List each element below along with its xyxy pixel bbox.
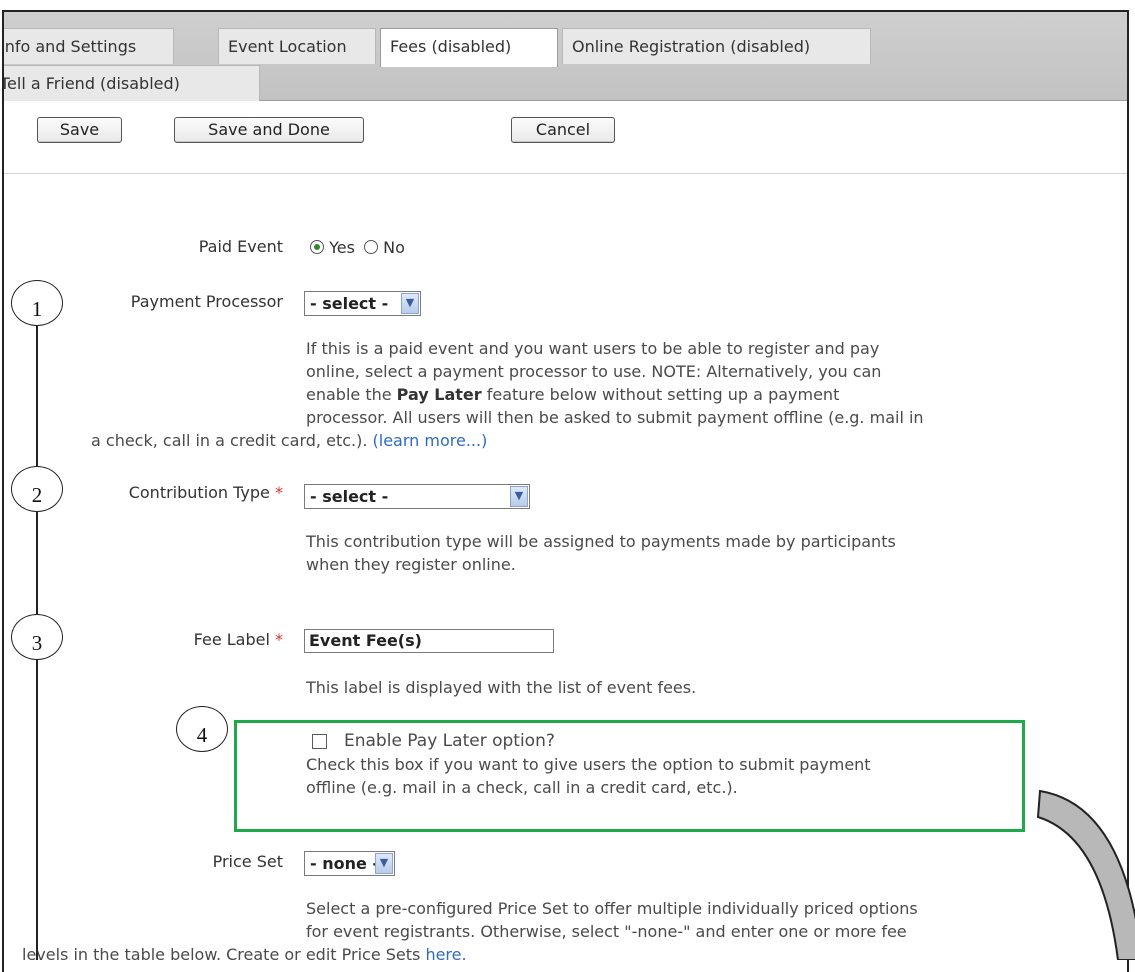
fee-label-label: Fee Label *: [193, 630, 283, 649]
chevron-down-icon: ▼: [510, 486, 528, 507]
payment-processor-help: If this is a paid event and you want use…: [306, 337, 1086, 429]
chevron-down-icon: ▼: [401, 293, 419, 314]
tab-tell-a-friend[interactable]: Tell a Friend (disabled): [4, 65, 260, 101]
form-toolbar: Save Save and Done Cancel: [4, 101, 1127, 174]
payment-processor-help-line: processor. All users will then be asked …: [306, 408, 924, 427]
callout-2: 2: [11, 466, 63, 512]
payment-processor-value: - select -: [310, 294, 389, 313]
callout-3: 3: [11, 614, 63, 660]
price-set-value: - none -: [310, 854, 380, 873]
required-marker: *: [275, 483, 283, 502]
payment-processor-help-last-line: a check, call in a credit card, etc.). (…: [91, 431, 488, 450]
price-set-help: Select a pre-configured Price Set to off…: [306, 899, 918, 941]
contribution-type-label: Contribution Type *: [128, 483, 283, 502]
tab-info-and-settings[interactable]: Info and Settings: [4, 28, 174, 64]
paid-event-radio-group: Yes No: [310, 238, 405, 257]
pay-later-help: Check this box if you want to give users…: [306, 755, 871, 797]
curved-arrow-icon: [1036, 789, 1135, 960]
payment-processor-select[interactable]: - select - ▼: [304, 291, 421, 316]
app-window: Info and Settings Event Location Fees (d…: [2, 10, 1129, 972]
pay-later-emphasis: Pay Later: [396, 385, 482, 404]
learn-more-link[interactable]: (learn more...): [373, 431, 488, 450]
tab-online-registration[interactable]: Online Registration (disabled): [562, 28, 871, 64]
pay-later-label[interactable]: Enable Pay Later option?: [344, 730, 555, 753]
price-set-select[interactable]: - none - ▼: [304, 851, 395, 876]
paid-event-label: Paid Event: [198, 237, 283, 256]
save-button[interactable]: Save: [37, 117, 122, 143]
save-and-done-button[interactable]: Save and Done: [174, 117, 364, 143]
paid-event-yes-label: Yes: [329, 238, 355, 257]
required-marker: *: [275, 630, 283, 649]
callout-1: 1: [11, 280, 63, 326]
fee-label-input[interactable]: Event Fee(s): [304, 629, 554, 653]
paid-event-no-radio[interactable]: [364, 240, 379, 254]
fee-label-help: This label is displayed with the list of…: [306, 678, 697, 697]
contribution-type-help: This contribution type will be assigned …: [306, 532, 896, 574]
chevron-down-icon: ▼: [375, 853, 393, 874]
price-sets-here-link[interactable]: here.: [425, 945, 466, 964]
payment-processor-help-line: enable the Pay Later feature below witho…: [306, 385, 840, 404]
price-set-help-last-line: levels in the table below. Create or edi…: [22, 945, 467, 964]
paid-event-yes-radio[interactable]: [310, 240, 324, 254]
contribution-type-value: - select -: [310, 487, 389, 506]
tab-bar: Info and Settings Event Location Fees (d…: [4, 12, 1127, 101]
contribution-type-select[interactable]: - select - ▼: [304, 484, 530, 509]
tab-fees[interactable]: Fees (disabled): [380, 28, 558, 67]
paid-event-no-label: No: [383, 238, 405, 257]
payment-processor-help-line: If this is a paid event and you want use…: [306, 339, 880, 358]
cancel-button[interactable]: Cancel: [511, 117, 615, 143]
tab-event-location[interactable]: Event Location: [218, 28, 376, 64]
price-set-label: Price Set: [212, 852, 283, 871]
payment-processor-help-line: online, select a payment processor to us…: [306, 362, 882, 381]
pay-later-checkbox[interactable]: [312, 734, 327, 749]
callout-4: 4: [176, 706, 228, 752]
payment-processor-label: Payment Processor: [130, 292, 283, 311]
